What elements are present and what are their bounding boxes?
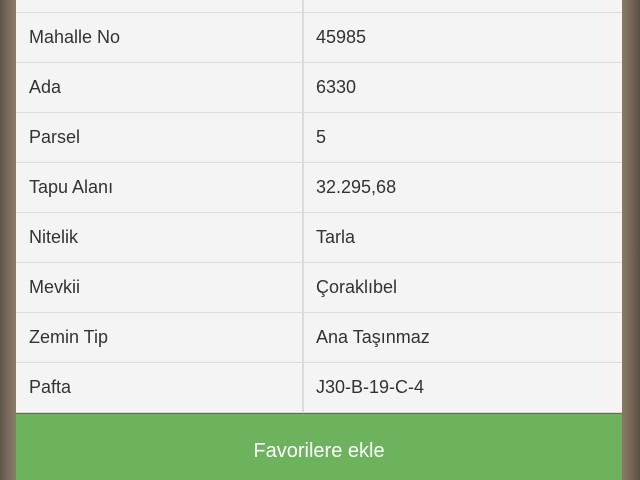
- table-row: Mahalle No 45985: [16, 12, 622, 63]
- parcel-info-panel: Mahalle No 45985 Ada 6330 Parsel 5 Tapu …: [16, 0, 622, 413]
- table-row: Mevkii Çoraklıbel: [16, 262, 622, 313]
- table-row: Ada 6330: [16, 62, 622, 113]
- row-value-mahalle-no: 45985: [303, 12, 622, 63]
- row-label-tapu-alani: Tapu Alanı: [16, 162, 304, 213]
- row-label-mevkii: Mevkii: [16, 262, 304, 313]
- add-to-favorites-label: Favorilere ekle: [253, 440, 385, 462]
- row-label-mahalle-no: Mahalle No: [16, 12, 304, 63]
- table-row: Pafta J30-B-19-C-4: [16, 362, 622, 413]
- row-value-mevkii: Çoraklıbel: [303, 262, 622, 313]
- table-row: Parsel 5: [16, 112, 622, 163]
- add-to-favorites-button[interactable]: Favorilere ekle: [16, 414, 622, 480]
- row-value-pafta: J30-B-19-C-4: [303, 362, 622, 413]
- row-label-zemin-tip: Zemin Tip: [16, 312, 304, 363]
- row-label-parsel: Parsel: [16, 112, 304, 163]
- table-row: Zemin Tip Ana Taşınmaz: [16, 312, 622, 363]
- row-value-zemin-tip: Ana Taşınmaz: [303, 312, 622, 363]
- row-label-nitelik: Nitelik: [16, 212, 304, 263]
- row-value-parsel: 5: [303, 112, 622, 163]
- table-row: [16, 0, 622, 13]
- row-label: [16, 0, 304, 13]
- table-row: Nitelik Tarla: [16, 212, 622, 263]
- table-row: Tapu Alanı 32.295,68: [16, 162, 622, 213]
- row-value-tapu-alani: 32.295,68: [303, 162, 622, 213]
- row-value-ada: 6330: [303, 62, 622, 113]
- row-value-nitelik: Tarla: [303, 212, 622, 263]
- row-value: [303, 0, 622, 13]
- row-label-pafta: Pafta: [16, 362, 304, 413]
- row-label-ada: Ada: [16, 62, 304, 113]
- parcel-info-table: Mahalle No 45985 Ada 6330 Parsel 5 Tapu …: [16, 0, 622, 413]
